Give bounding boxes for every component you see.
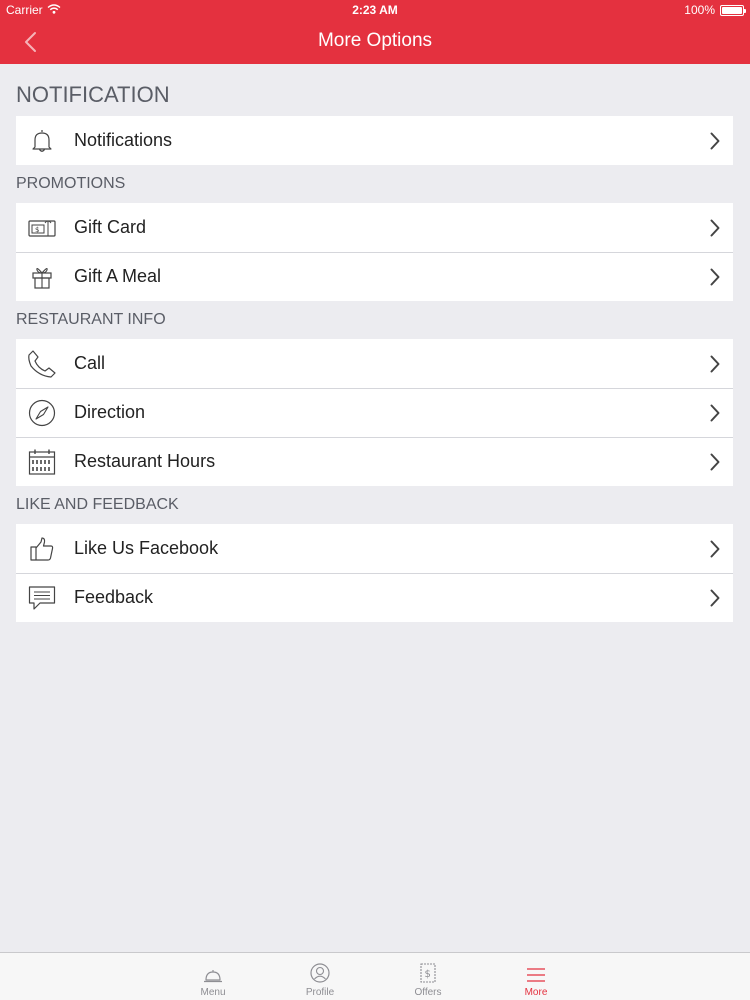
tab-label: Profile <box>305 987 335 998</box>
tab-more[interactable]: More <box>496 953 576 1000</box>
row-restaurant-hours[interactable]: Restaurant Hours <box>16 437 733 486</box>
chevron-right-icon <box>697 203 733 252</box>
calendar-icon <box>16 437 74 486</box>
row-label: Call <box>74 353 106 373</box>
row-label: Feedback <box>74 587 154 607</box>
compass-icon <box>16 388 74 437</box>
row-label: Restaurant Hours <box>74 451 216 471</box>
header: Carrier 2:23 AM 100% More Options <box>0 0 750 64</box>
row-like-us-facebook[interactable]: Like Us Facebook <box>16 524 733 573</box>
page-title: More Options <box>317 30 433 51</box>
bell-icon <box>16 116 74 165</box>
tab-label: Menu <box>200 987 226 998</box>
section-header-like-feedback: LIKE AND FEEDBACK <box>16 496 179 513</box>
row-label: Notifications <box>74 130 173 150</box>
cloche-icon <box>173 953 253 983</box>
row-label: Gift Card <box>74 217 147 237</box>
tab-offers[interactable]: $ Offers <box>388 953 468 1000</box>
row-notifications[interactable]: Notifications <box>16 116 733 165</box>
tab-label: Offers <box>414 987 442 998</box>
svg-text:$: $ <box>35 226 39 234</box>
row-call[interactable]: Call <box>16 339 733 388</box>
chevron-right-icon <box>697 116 733 165</box>
chevron-right-icon <box>697 573 733 622</box>
hamburger-icon <box>496 953 576 983</box>
group-promotions: $ Gift Card Gift A Meal <box>16 203 733 301</box>
status-time: 2:23 AM <box>352 3 398 17</box>
chevron-right-icon <box>697 524 733 573</box>
group-like-feedback: Like Us Facebook Feedback <box>16 524 733 622</box>
row-feedback[interactable]: Feedback <box>16 573 733 622</box>
chat-bubble-icon <box>16 573 74 622</box>
tab-profile[interactable]: Profile <box>280 953 360 1000</box>
gift-box-icon <box>16 252 74 301</box>
battery-icon <box>720 4 746 16</box>
nav-bar: More Options <box>0 20 750 64</box>
chevron-right-icon <box>697 339 733 388</box>
row-label: Direction <box>74 402 146 422</box>
chevron-right-icon <box>697 252 733 301</box>
row-label: Like Us Facebook <box>74 538 219 558</box>
offers-icon: $ <box>388 953 468 983</box>
section-header-notification: NOTIFICATION <box>16 82 170 107</box>
tab-menu[interactable]: Menu <box>173 953 253 1000</box>
gift-card-icon: $ <box>16 203 74 252</box>
status-right: 100% <box>684 3 746 17</box>
options-list: NOTIFICATION Notifications PROMOTIONS $ <box>16 64 733 622</box>
group-notification: Notifications <box>16 116 733 165</box>
row-gift-card[interactable]: $ Gift Card <box>16 203 733 252</box>
battery-percent: 100% <box>684 3 715 17</box>
status-bar: Carrier 2:23 AM 100% <box>0 0 750 20</box>
section-header-restaurant-info: RESTAURANT INFO <box>16 311 166 328</box>
chevron-right-icon <box>697 437 733 486</box>
svg-text:$: $ <box>425 969 431 980</box>
row-label: Gift A Meal <box>74 266 162 286</box>
group-restaurant-info: Call Direction Restaurant Hours <box>16 339 733 486</box>
tab-bar: Menu Profile $ Offers More <box>0 952 750 1000</box>
chevron-right-icon <box>697 388 733 437</box>
section-header-promotions: PROMOTIONS <box>16 175 126 192</box>
row-gift-a-meal[interactable]: Gift A Meal <box>16 252 733 301</box>
thumbs-up-icon <box>16 524 74 573</box>
profile-icon <box>280 953 360 983</box>
row-direction[interactable]: Direction <box>16 388 733 437</box>
tab-label: More <box>524 987 548 998</box>
phone-icon <box>16 339 74 388</box>
